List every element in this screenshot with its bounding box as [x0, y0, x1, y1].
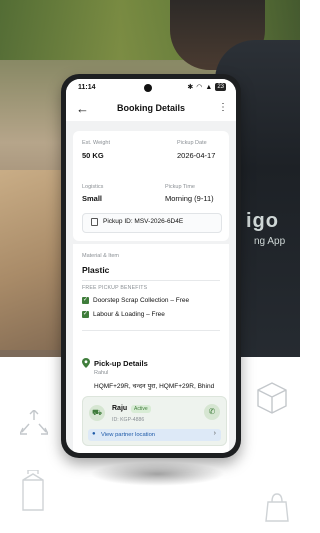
- location-icon: ●: [92, 431, 96, 437]
- status-time: 11:14: [78, 84, 96, 91]
- box-icon: [254, 380, 290, 416]
- free-benefits-heading: FREE PICKUP BENEFITS: [82, 285, 148, 291]
- pickup-date-label: Pickup Date: [177, 140, 207, 146]
- bluetooth-icon: ✱: [187, 84, 194, 91]
- camera-cutout: [144, 84, 152, 92]
- wifi-icon: ◠: [196, 84, 203, 91]
- view-partner-location-label: View partner location: [101, 432, 156, 438]
- est-weight-label: Est. Weight: [82, 140, 111, 146]
- partner-card: ⛟ Raju Active ID: KGP-4886 ✆ ● View part…: [82, 396, 227, 446]
- benefit-item: ✓ Doorstep Scrap Collection – Free: [82, 297, 189, 304]
- pickup-contact-name: Rahul: [94, 370, 109, 376]
- material-value: Plastic: [82, 265, 110, 275]
- logistics-label: Logistics: [82, 184, 104, 190]
- partner-name: Raju: [112, 405, 128, 412]
- pickup-time-label: Pickup Time: [165, 184, 195, 190]
- more-options-icon[interactable]: ⋮: [218, 102, 228, 113]
- bag-icon: [262, 492, 292, 522]
- booking-info-card: Est. Weight 50 KG Pickup Date 2026-04-17…: [73, 131, 229, 241]
- truck-icon: ⛟: [89, 405, 105, 421]
- phone-frame: 11:14 ✱ ◠ ▲ 23 ← Booking Details ⋮ Est. …: [61, 74, 241, 458]
- status-icons: ✱ ◠ ▲ 23: [187, 83, 226, 91]
- view-partner-location-button[interactable]: ● View partner location ›: [88, 429, 221, 441]
- partner-id: ID: KGP-4886: [112, 417, 145, 423]
- est-weight-value: 50 KG: [82, 151, 104, 160]
- benefit-text: Doorstep Scrap Collection – Free: [93, 297, 190, 304]
- shirt-brand-subtext: ng App: [254, 236, 286, 247]
- app-bar: ← Booking Details ⋮: [66, 97, 236, 121]
- pickup-details-title: Pick-up Details: [94, 359, 148, 368]
- signal-icon: ▲: [205, 83, 213, 91]
- divider: [82, 280, 220, 281]
- logistics-value: Small: [82, 194, 103, 203]
- pickup-id-chip[interactable]: Pickup ID: MSV-2026-6D4E: [82, 213, 222, 233]
- page-title: Booking Details: [116, 103, 185, 113]
- divider: [82, 330, 220, 331]
- benefit-text: Labour & Loading – Free: [93, 311, 165, 318]
- benefit-item: ✓ Labour & Loading – Free: [82, 311, 165, 318]
- chevron-right-icon: ›: [213, 430, 216, 437]
- location-pin-icon: [82, 358, 90, 368]
- carton-icon: [18, 470, 48, 512]
- pickup-date-value: 2026-04-17: [177, 151, 216, 160]
- status-badge: Active: [131, 405, 151, 413]
- pickup-address: HQMF+29R, चन्दन पुरा, HQMF+29R, Bhind: [94, 383, 215, 390]
- details-section: Material & Item Plastic FREE PICKUP BENE…: [73, 244, 229, 453]
- checkbox-checked-icon: ✓: [82, 297, 89, 304]
- phone-call-icon[interactable]: ✆: [204, 404, 220, 420]
- pickup-time-value: Morning (9-11): [165, 194, 214, 203]
- phone-screen: 11:14 ✱ ◠ ▲ 23 ← Booking Details ⋮ Est. …: [66, 79, 236, 453]
- checkbox-checked-icon: ✓: [82, 311, 89, 318]
- document-icon: [91, 218, 98, 226]
- pickup-id-text: Pickup ID: MSV-2026-6D4E: [103, 218, 184, 225]
- status-bar: 11:14 ✱ ◠ ▲ 23: [66, 79, 236, 97]
- material-label: Material & Item: [82, 253, 119, 259]
- shirt-brand-text: igo: [246, 210, 279, 232]
- recycle-icon: [20, 410, 48, 436]
- phone-shadow: [90, 462, 225, 486]
- battery-icon: 23: [215, 83, 226, 91]
